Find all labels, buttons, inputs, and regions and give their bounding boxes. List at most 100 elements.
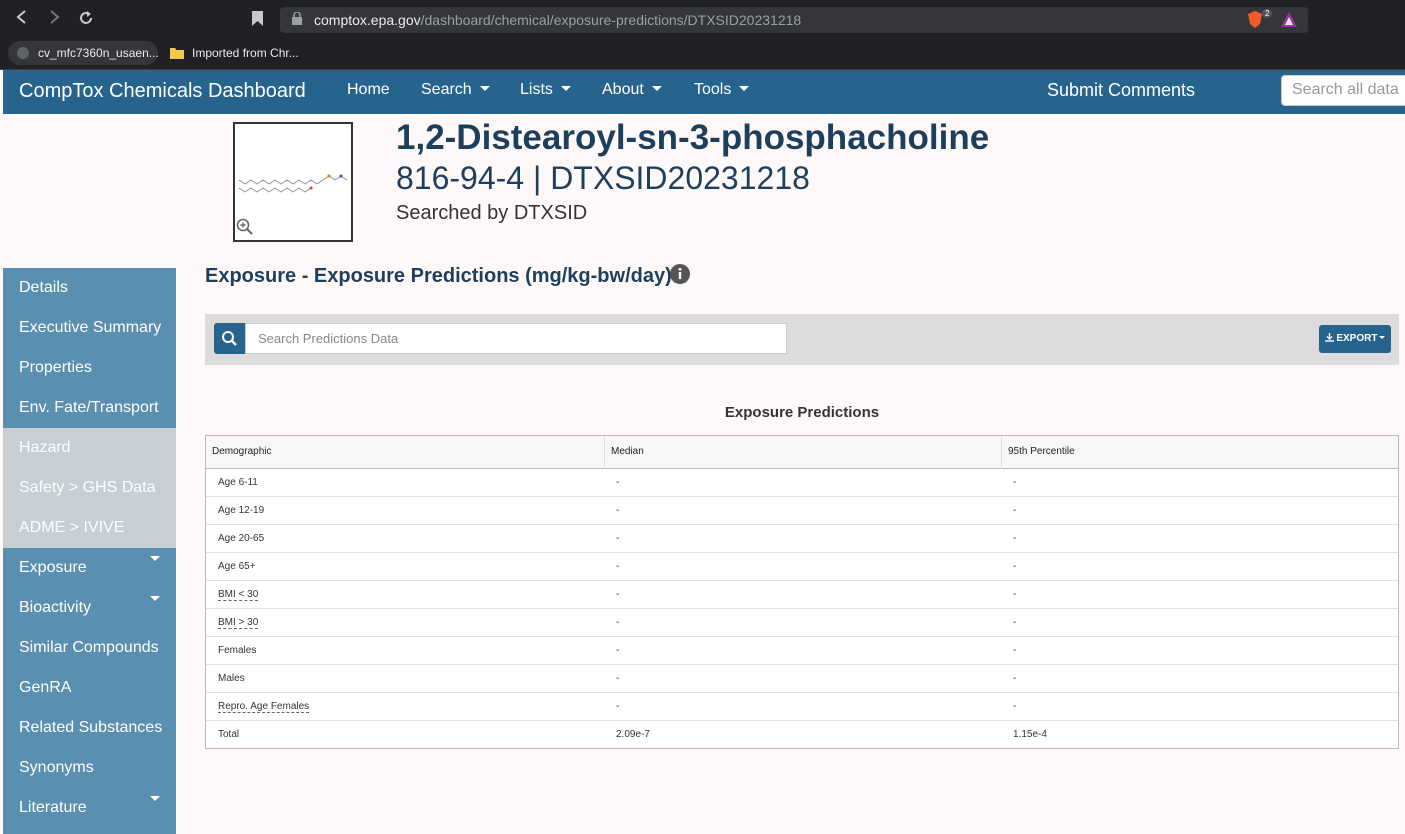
predictions-search-input[interactable]: Search Predictions Data xyxy=(245,323,787,354)
column-header-median[interactable]: Median xyxy=(604,436,1001,469)
table-row: Age 20-65 - - xyxy=(206,525,1398,553)
sidebar-item-literature[interactable]: Literature xyxy=(3,788,176,828)
sidebar-item-genra[interactable]: GenRA xyxy=(3,668,176,708)
predictions-toolbar: Search Predictions Data EXPORT xyxy=(205,314,1399,365)
tooltip-term[interactable]: BMI > 30 xyxy=(218,617,259,629)
percentile-cell: - xyxy=(1013,561,1017,572)
nav-search[interactable]: Search xyxy=(421,81,490,99)
percentile-cell: - xyxy=(1013,645,1017,656)
chevron-down-icon xyxy=(479,86,490,91)
median-cell: 2.09e-7 xyxy=(616,729,650,740)
median-cell: - xyxy=(616,673,620,684)
section-title: Exposure - Exposure Predictions (mg/kg-b… xyxy=(205,265,672,287)
sidebar-item-adme-ivive[interactable]: ADME > IVIVE xyxy=(3,508,176,548)
sidebar-item-exposure[interactable]: Exposure xyxy=(3,548,176,588)
demographic-cell: Age 65+ xyxy=(218,561,256,572)
bookmark-imported[interactable]: Imported from Chr... xyxy=(162,41,312,65)
sidebar-item-synonyms[interactable]: Synonyms xyxy=(3,748,176,788)
zoom-in-icon[interactable] xyxy=(236,218,254,236)
table-row: BMI > 30 - - xyxy=(206,609,1398,637)
chevron-down-icon xyxy=(150,556,160,561)
info-icon[interactable] xyxy=(670,264,690,284)
nav-tools[interactable]: Tools xyxy=(694,81,750,99)
percentile-cell: - xyxy=(1013,589,1017,600)
submit-comments-link[interactable]: Submit Comments xyxy=(1047,80,1195,101)
globe-icon xyxy=(17,47,29,59)
url-text: comptox.epa.gov/dashboard/chemical/expos… xyxy=(314,12,802,28)
nav-home[interactable]: Home xyxy=(347,81,390,99)
table-row: Males - - xyxy=(206,665,1398,693)
brand-title[interactable]: CompTox Chemicals Dashboard xyxy=(19,80,306,103)
browser-toolbar: comptox.epa.gov/dashboard/chemical/expos… xyxy=(0,0,1405,40)
rewards-triangle-icon[interactable] xyxy=(1281,12,1297,27)
tooltip-term[interactable]: BMI < 30 xyxy=(218,589,259,601)
median-cell: - xyxy=(616,645,620,656)
bookmarks-bar: cv_mfc7360n_usaen... Imported from Chr..… xyxy=(0,40,1405,70)
table-row: Age 12-19 - - xyxy=(206,497,1398,525)
chevron-down-icon xyxy=(739,86,750,91)
sidebar-item-safety-ghs[interactable]: Safety > GHS Data xyxy=(3,468,176,508)
percentile-cell: - xyxy=(1013,505,1017,516)
exposure-predictions-table: Demographic Median 95th Percentile Age 6… xyxy=(205,435,1399,749)
percentile-cell: 1.15e-4 xyxy=(1013,729,1047,740)
table-row: Repro. Age Females - - xyxy=(206,693,1398,721)
percentile-cell: - xyxy=(1013,617,1017,628)
table-row: Age 6-11 - - xyxy=(206,469,1398,497)
table-title: Exposure Predictions xyxy=(724,404,880,421)
percentile-cell: - xyxy=(1013,673,1017,684)
global-search-input[interactable]: Search all data xyxy=(1281,75,1405,106)
chevron-down-icon xyxy=(150,796,160,801)
percentile-cell: - xyxy=(1013,701,1017,712)
table-row: Age 65+ - - xyxy=(206,553,1398,581)
reload-icon[interactable] xyxy=(76,10,96,30)
median-cell: - xyxy=(616,505,620,516)
demographic-cell[interactable]: Repro. Age Females xyxy=(206,693,321,720)
median-cell: - xyxy=(616,533,620,544)
page-content: 1,2-Distearoyl-sn-3-phosphacholine 816-9… xyxy=(0,114,1405,834)
sidebar-item-bioactivity[interactable]: Bioactivity xyxy=(3,588,176,628)
bookmark-icon[interactable] xyxy=(252,11,263,26)
table-row: Total 2.09e-7 1.15e-4 xyxy=(206,721,1398,749)
table-header: Demographic Median 95th Percentile xyxy=(206,436,1398,469)
demographic-cell: Age 12-19 xyxy=(218,505,265,516)
search-button[interactable] xyxy=(214,323,245,354)
brave-shield-icon[interactable] xyxy=(1248,11,1262,28)
demographic-cell: Age 20-65 xyxy=(218,533,265,544)
sidebar-item-similar-compounds[interactable]: Similar Compounds xyxy=(3,628,176,668)
percentile-cell: - xyxy=(1013,477,1017,488)
demographic-cell[interactable]: BMI > 30 xyxy=(206,609,270,636)
sidebar-item-details[interactable]: Details xyxy=(3,268,176,308)
sidebar-item-env-fate[interactable]: Env. Fate/Transport xyxy=(3,388,176,428)
sidebar: Details Executive Summary Properties Env… xyxy=(3,268,176,834)
table-row: Females - - xyxy=(206,637,1398,665)
median-cell: - xyxy=(616,477,620,488)
median-cell: - xyxy=(616,617,620,628)
sidebar-item-hazard[interactable]: Hazard xyxy=(3,428,176,468)
address-bar[interactable]: comptox.epa.gov/dashboard/chemical/expos… xyxy=(280,7,1308,33)
column-header-95th[interactable]: 95th Percentile xyxy=(1001,436,1398,469)
demographic-cell: Males xyxy=(218,673,245,684)
sidebar-item-properties[interactable]: Properties xyxy=(3,348,176,388)
demographic-cell: Age 6-11 xyxy=(218,477,258,488)
sidebar-item-executive-summary[interactable]: Executive Summary xyxy=(3,308,176,348)
chevron-down-icon xyxy=(1379,336,1386,339)
forward-icon[interactable] xyxy=(44,10,64,30)
median-cell: - xyxy=(616,589,620,600)
export-button[interactable]: EXPORT xyxy=(1319,325,1391,353)
chevron-down-icon xyxy=(651,86,662,91)
searched-by-label: Searched by DTXSID xyxy=(396,202,588,224)
sidebar-item-related-substances[interactable]: Related Substances xyxy=(3,708,176,748)
median-cell: - xyxy=(616,561,620,572)
bookmark-cv[interactable]: cv_mfc7360n_usaen... xyxy=(8,41,159,65)
search-icon xyxy=(222,331,237,346)
column-header-demographic[interactable]: Demographic xyxy=(206,436,604,469)
demographic-cell[interactable]: BMI < 30 xyxy=(206,581,270,608)
back-icon[interactable] xyxy=(12,10,32,30)
nav-about[interactable]: About xyxy=(602,81,662,99)
nav-lists[interactable]: Lists xyxy=(520,81,571,99)
percentile-cell: - xyxy=(1013,533,1017,544)
demographic-cell: Total xyxy=(218,729,240,740)
chevron-down-icon xyxy=(560,86,571,91)
chemical-name: 1,2-Distearoyl-sn-3-phosphacholine xyxy=(396,118,990,157)
tooltip-term[interactable]: Repro. Age Females xyxy=(218,701,310,713)
